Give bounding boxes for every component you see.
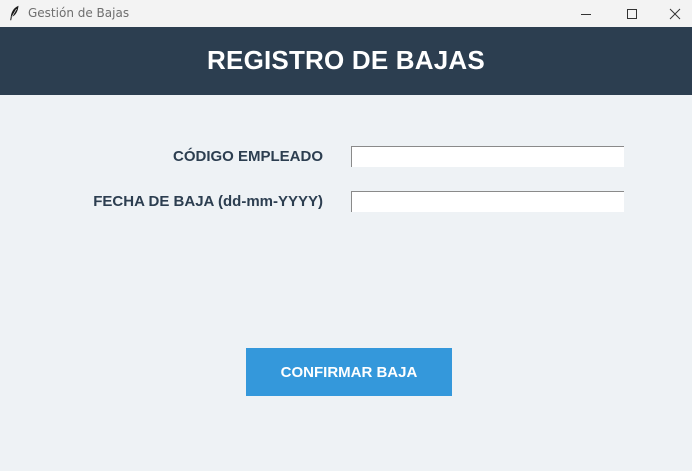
codigo-empleado-label: CÓDIGO EMPLEADO — [172, 148, 323, 165]
page-title: REGISTRO DE BAJAS — [207, 44, 485, 75]
close-button[interactable] — [652, 0, 692, 27]
fecha-baja-label: FECHA DE BAJA (dd-mm-YYYY) — [93, 193, 323, 210]
confirmar-baja-button[interactable]: CONFIRMAR BAJA — [246, 348, 452, 396]
maximize-button[interactable] — [609, 0, 655, 27]
fecha-baja-input[interactable] — [351, 191, 624, 212]
title-bar[interactable]: Gestión de Bajas — [0, 0, 692, 27]
window-title: Gestión de Bajas — [28, 6, 130, 20]
feather-icon — [8, 5, 20, 21]
maximize-icon — [627, 8, 637, 19]
header-banner: REGISTRO DE BAJAS — [0, 27, 692, 95]
codigo-empleado-input[interactable] — [351, 146, 624, 167]
minimize-button[interactable] — [563, 0, 609, 27]
app-window: Gestión de Bajas REGISTRO DE BAJAS CÓDIG… — [0, 0, 692, 471]
minimize-icon — [581, 13, 591, 15]
close-icon — [669, 8, 681, 19]
